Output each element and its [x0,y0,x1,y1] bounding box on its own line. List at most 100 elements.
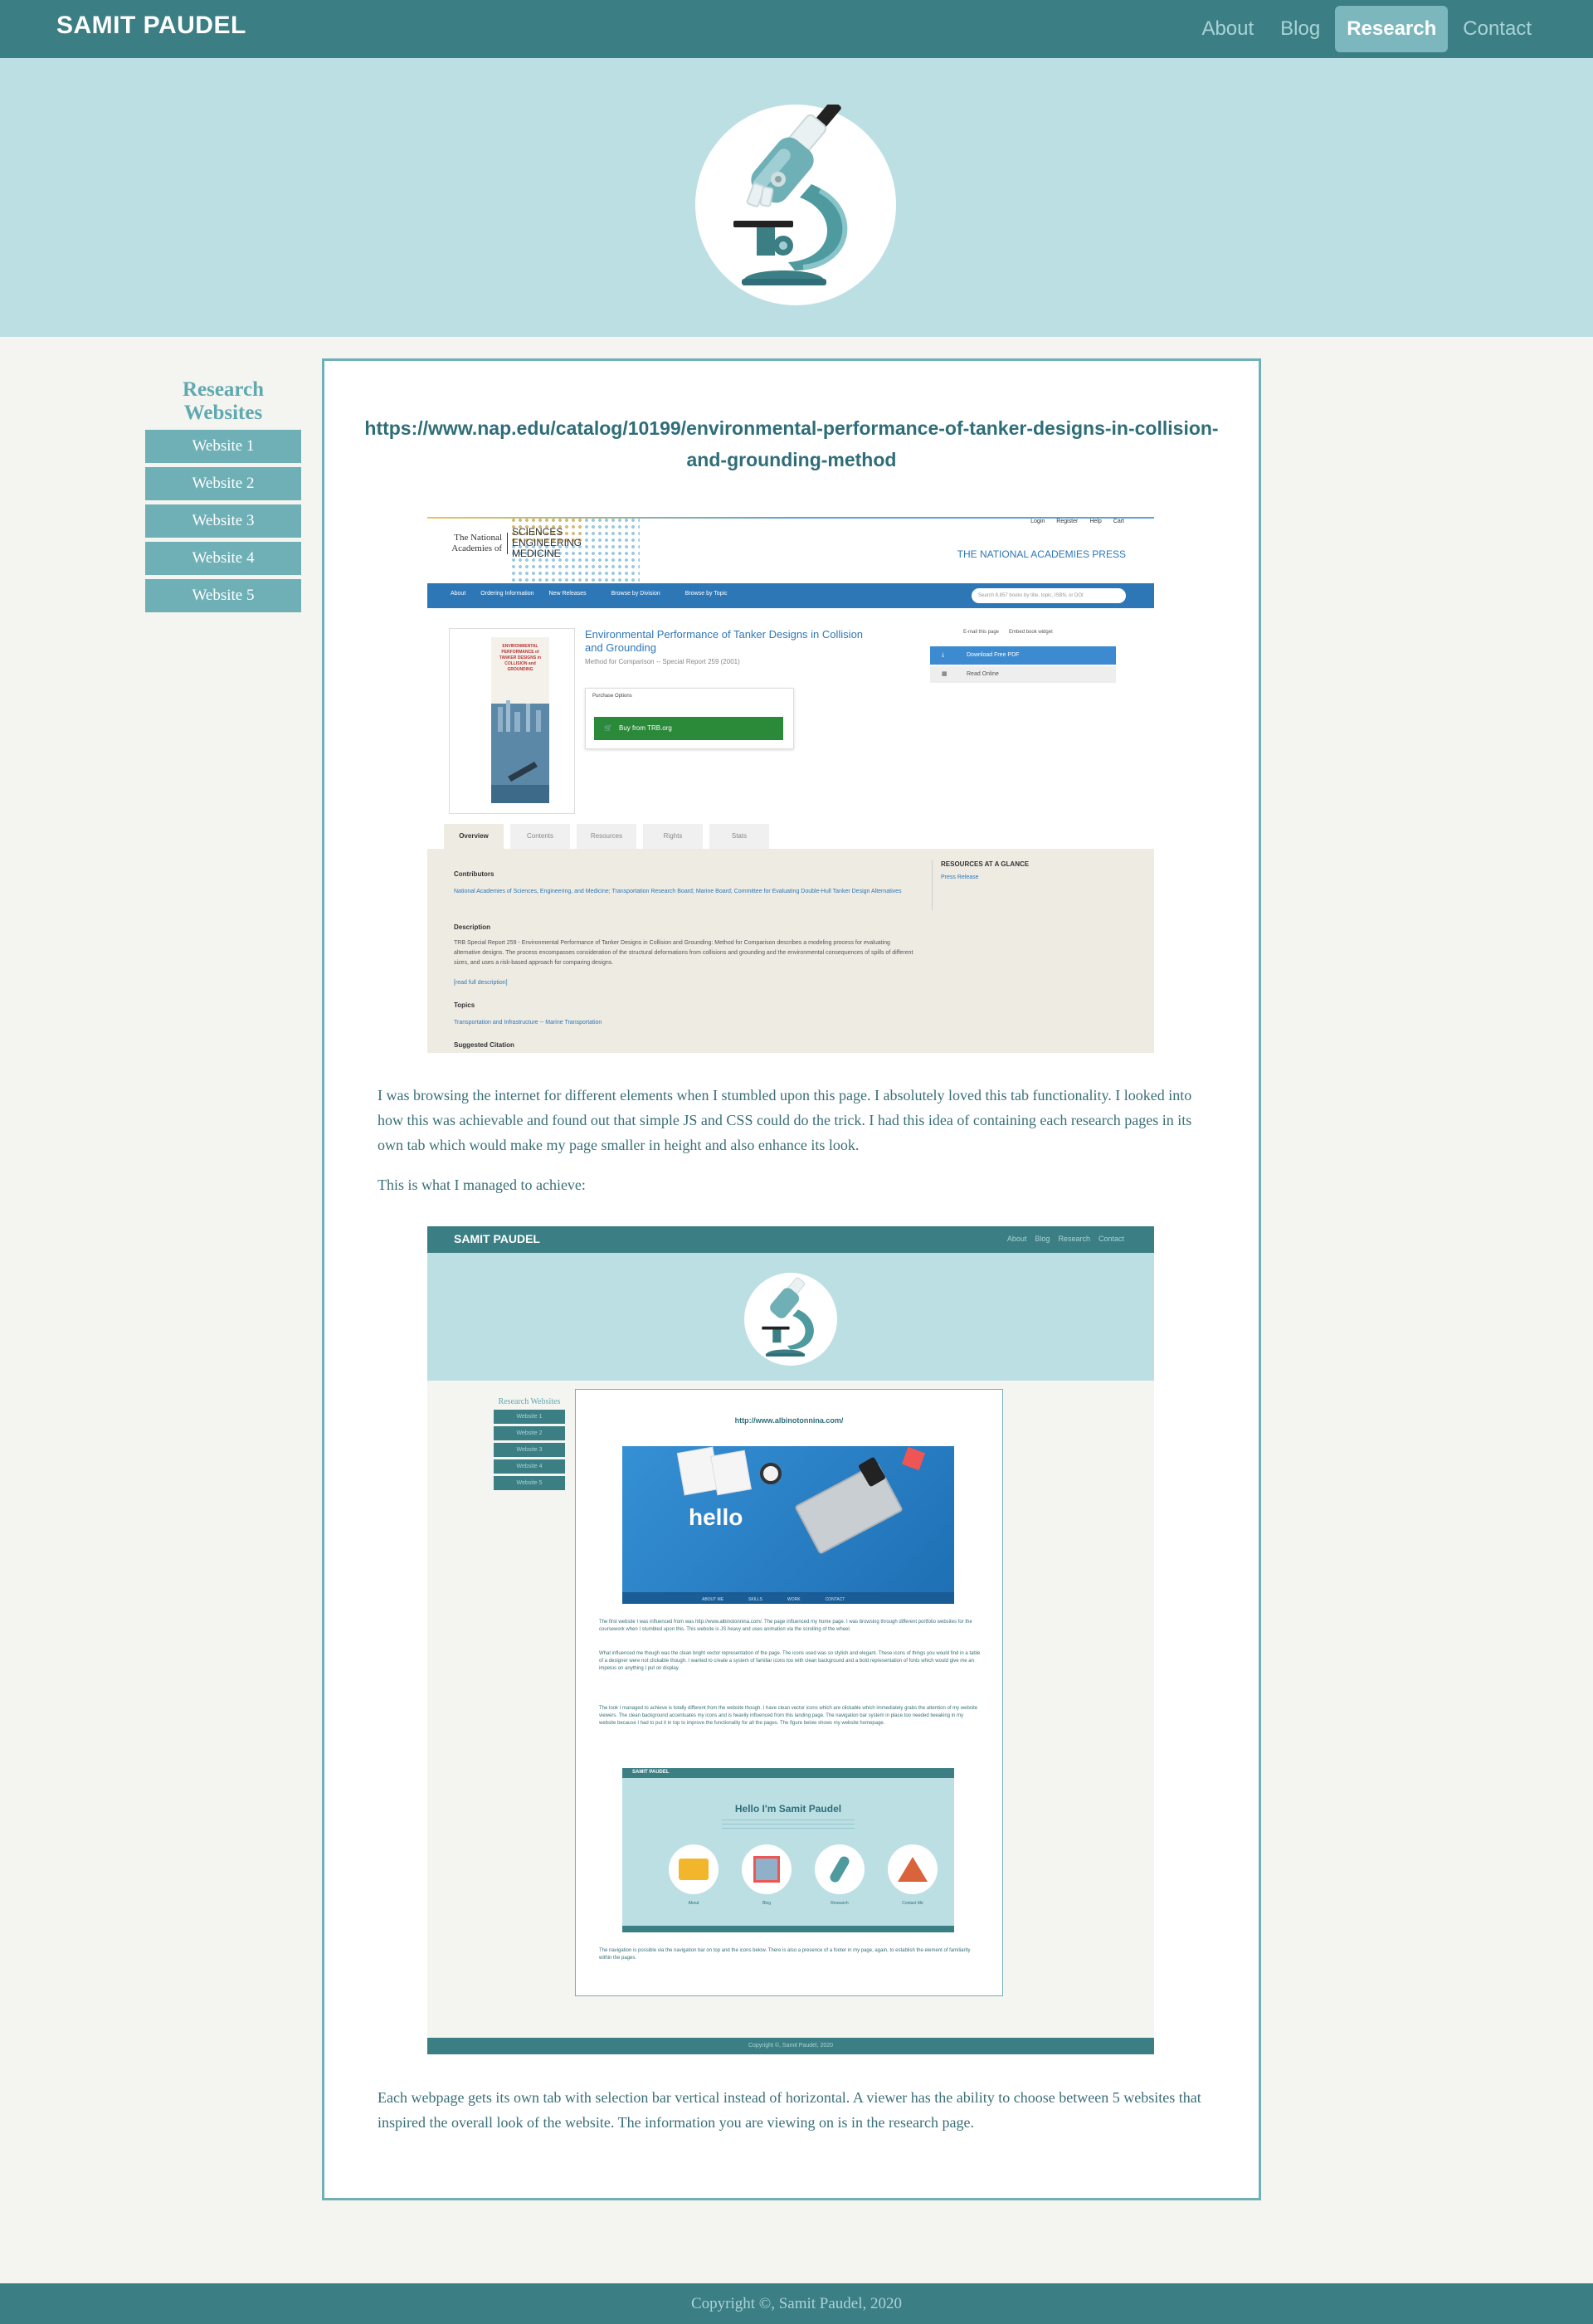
sidebar-tab-website-5[interactable]: Website 5 [145,579,301,612]
homepage-mini-screenshot: SAMIT PAUDEL Hello I'm Samit Paudel Abou… [622,1768,954,1932]
nap-logo: The National Academies of SCIENCES ENGIN… [444,527,582,559]
hello-nav-item: SKILLS [748,1597,762,1602]
sidebar-tab-website-1[interactable]: Website 1 [145,430,301,463]
mini-hello-heading: Hello I'm Samit Paudel [734,1803,842,1815]
nap-read-full-link: [read full description] [454,980,508,986]
mini-nav: SAMIT PAUDEL [622,1768,954,1778]
nap-book-subtitle: Method for Comparison -- Special Report … [585,658,740,665]
nap-cart-link: Cart [1113,519,1124,524]
sidebar-tab-website-3[interactable]: Website 3 [145,504,301,538]
hello-nav-item: WORK [787,1597,801,1602]
s2-sidebar-title: Research Websites [498,1397,561,1406]
s2-nav-contact: Contact [1098,1235,1124,1243]
nap-nav-item: New Releases [548,591,587,597]
folder-icon [669,1844,719,1894]
mini-label: Contact Me [902,1901,923,1906]
s2-tab: Website 1 [494,1410,565,1424]
mini-label: Blog [762,1901,771,1906]
nap-tabs: Overview Contents Resources Rights Stats [444,824,776,849]
research-content-card: https://www.nap.edu/catalog/10199/enviro… [322,358,1261,2200]
book-cover: ENVIRONMENTAL PERFORMANCE of TANKER DESI… [491,637,549,803]
s2-hero-circle [744,1273,837,1366]
albinotonnina-screenshot: hello ABOUT ME SKILLS WORK CONTACT [622,1446,954,1604]
s2-sidebar: Research Websites Website 1 Website 2 We… [494,1397,565,1493]
nap-purchase-label: Purchase Options [592,694,632,699]
site-brand[interactable]: SAMIT PAUDEL [56,12,246,40]
nav-blog[interactable]: Blog [1269,6,1332,52]
microscope-icon [762,1277,814,1357]
nap-tab-stats: Stats [709,824,769,849]
nap-login-link: Login [1030,519,1045,524]
s2-url: http://www.albinotonnina.com/ [734,1416,844,1425]
nap-press-title: THE NATIONAL ACADEMIES PRESS [957,548,1126,560]
nap-nav-item: Browse by Topic [684,591,728,597]
top-nav: SAMIT PAUDEL About Blog Research Contact [0,0,1593,58]
s2-tab: Website 3 [494,1443,565,1457]
s2-nav-research: Research [1058,1235,1090,1243]
nap-tab-resources: Resources [577,824,636,849]
nap-citation-heading: Suggested Citation [454,1041,514,1049]
nap-tab-overview: Overview [444,824,504,849]
nap-download-label: Download Free PDF [967,652,1020,658]
hero-icon-circle [695,100,896,305]
nap-tab-rights: Rights [643,824,703,849]
nap-help-link: Help [1089,519,1102,524]
mini-label: Research [831,1901,849,1906]
mini-label: About [688,1901,699,1906]
calculator-icon [901,1446,926,1471]
nap-search-box: Search 8,857 books by title, topic, ISBN… [972,588,1126,603]
nap-topics-heading: Topics [454,1001,475,1009]
s2-nav-bar: SAMIT PAUDEL About Blog Research Contact [427,1226,1154,1253]
s2-tab: Website 2 [494,1426,565,1440]
download-icon: ⤓ [942,652,945,658]
nap-logo-line: MEDICINE [512,548,561,559]
blog-icon [742,1844,792,1894]
nap-page-screenshot: The National Academies of SCIENCES ENGIN… [427,517,1154,1053]
nap-nav-item: Browse by Division [611,591,660,597]
nap-read-label: Read Online [967,671,999,677]
nap-contributors-heading: Contributors [454,870,494,878]
nap-rag-link: Press Release [941,875,979,880]
hello-nav-items: ABOUT ME SKILLS WORK CONTACT [702,1597,845,1602]
s2-text-1: The first website I was influenced from … [599,1620,972,1632]
ship-icon [491,700,549,803]
nap-rag-heading: RESOURCES AT A GLANCE [941,860,1030,868]
achieve-paragraph: This is what I managed to achieve: [378,1177,586,1193]
nav-contact[interactable]: Contact [1451,6,1543,52]
mini-footer [622,1926,954,1932]
nap-nav-bar: About Ordering Information New Releases … [427,583,1154,608]
s2-nav-links: About Blog Research Contact [1007,1235,1124,1243]
nap-overview-panel: Contributors National Academies of Scien… [427,849,1154,1053]
s2-footer: Copyright ©, Samit Paudel, 2020 [427,2038,1154,2054]
s2-content-card: http://www.albinotonnina.com/ hello ABOU… [575,1389,1003,1996]
nap-read-online-button: ▦ Read Online [930,666,1116,683]
coffee-cup-icon [760,1463,782,1484]
nap-purchase-box: Purchase Options 🛒 Buy from TRB.org [585,688,794,749]
mini-subtitle-lines [722,1820,855,1831]
nap-contributors-text: National Academies of Sciences, Engineer… [454,889,902,894]
nap-share-row: E-mail this page Embed book widget [963,630,1053,635]
laptop-icon [794,1462,904,1555]
nap-tab-contents: Contents [510,824,570,849]
source-url-heading[interactable]: https://www.nap.edu/catalog/10199/enviro… [358,412,1225,475]
hero-banner [0,58,1593,337]
nap-resources-glance: RESOURCES AT A GLANCE Press Release [932,860,1029,910]
nap-register-link: Register [1056,519,1079,524]
research-sidebar: Research Websites Website 1 Website 2 We… [145,378,301,616]
book-icon: ▦ [942,671,948,677]
sidebar-tab-website-2[interactable]: Website 2 [145,467,301,500]
nap-description-heading: Description [454,923,491,931]
sidebar-tab-website-4[interactable]: Website 4 [145,542,301,575]
nap-buy-label: Buy from TRB.org [619,724,672,732]
site-screenshot: SAMIT PAUDEL About Blog Research Contact [427,1226,1154,2054]
s2-text-2: What influenced me though was the clean … [599,1651,981,1671]
hello-nav-item: CONTACT [825,1597,845,1602]
nav-research[interactable]: Research [1335,6,1449,52]
s2-nav-blog: Blog [1035,1235,1050,1243]
nav-about[interactable]: About [1190,6,1265,52]
nap-topics-text: Transportation and Infrastructure -- Mar… [454,1020,602,1026]
nap-logo-right: SCIENCES ENGINEERING MEDICINE [508,527,582,559]
sidebar-title: Research Websites [182,378,265,424]
nap-nav-item: Ordering Information [480,591,534,597]
mini-labels: About Blog Research Contact Me [669,1901,938,1906]
